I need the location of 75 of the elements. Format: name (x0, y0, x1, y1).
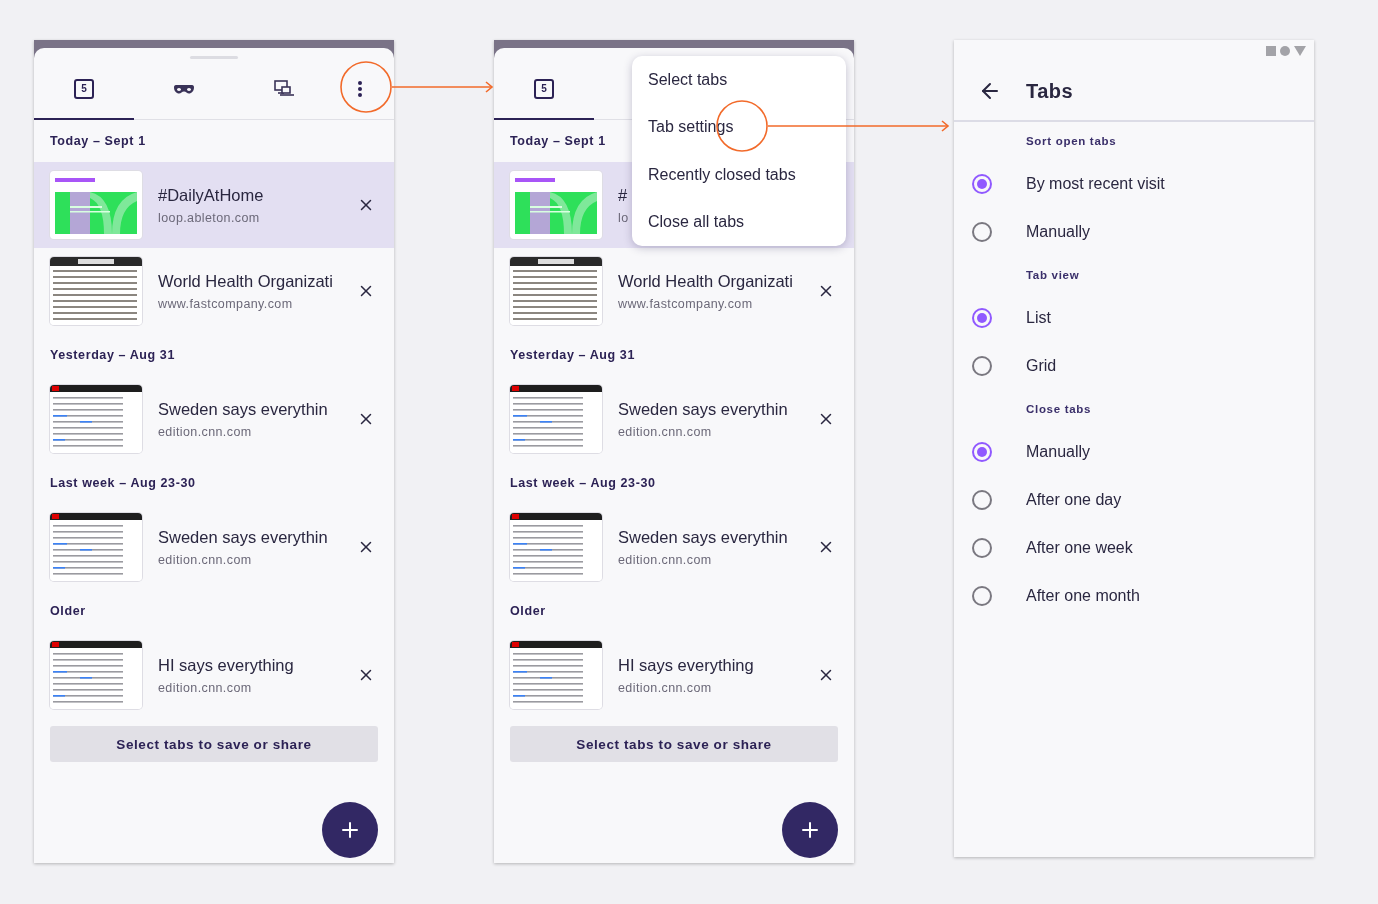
menu-icon (358, 81, 362, 97)
page-title: Tabs (1026, 79, 1074, 103)
tab-url: loop.ableton.com (158, 210, 260, 225)
tab-row[interactable]: Sweden says everythin edition.cnn.com (494, 376, 854, 462)
tab-title: HI says everything (158, 655, 294, 675)
tab-title: World Health Organizati (618, 271, 793, 291)
tab-title: Sweden says everythin (618, 527, 788, 547)
section-heading: Older (510, 603, 546, 620)
highlight-circle (340, 61, 392, 113)
option-label: After one month (1026, 587, 1140, 605)
option-label: After one week (1026, 539, 1133, 557)
tab-url: lo (618, 210, 629, 225)
option-label: Grid (1026, 357, 1057, 375)
circle-icon (1280, 46, 1290, 56)
tab-row[interactable]: HI says everything edition.cnn.com (34, 632, 394, 718)
radio-button[interactable] (972, 586, 992, 606)
option-label: Manually (1026, 223, 1091, 241)
radio-button[interactable] (972, 174, 992, 194)
tab-row[interactable]: Sweden says everythin edition.cnn.com (494, 504, 854, 590)
square-icon (1266, 46, 1276, 56)
section-heading: Today – Sept 1 (50, 133, 146, 150)
group-heading: Close tabs (1025, 402, 1093, 417)
option-label: Manually (1026, 443, 1091, 461)
triangle-icon (1294, 46, 1306, 56)
radio-button[interactable] (972, 222, 992, 242)
section-heading: Older (50, 603, 86, 620)
menu-item[interactable]: Close all tabs (632, 198, 846, 246)
tab-title: # (618, 185, 628, 205)
tab-row[interactable]: World Health Organizati www.fastcompany.com (34, 248, 394, 334)
tab-title: #DailyAtHome (158, 185, 264, 205)
mask-icon (174, 83, 194, 94)
radio-button[interactable] (972, 442, 992, 462)
radio-button[interactable] (972, 538, 992, 558)
new-tab-button[interactable] (322, 802, 378, 858)
tab-url: edition.cnn.com (158, 424, 252, 439)
devices-icon (274, 79, 294, 98)
radio-button[interactable] (972, 308, 992, 328)
tab-title: Sweden says everythin (618, 399, 788, 419)
tab-url: www.fastcompany.com (158, 296, 293, 311)
tab-title: Sweden says everythin (158, 527, 328, 547)
menu-item[interactable]: Recently closed tabs (632, 151, 846, 199)
tab-title: HI says everything (618, 655, 754, 675)
tab-title: World Health Organizati (158, 271, 333, 291)
section-heading: Yesterday – Aug 31 (510, 347, 635, 364)
radio-button[interactable] (972, 356, 992, 376)
tab[interactable]: 5 (494, 59, 594, 120)
radio-button[interactable] (972, 490, 992, 510)
new-tab-button[interactable] (782, 802, 838, 858)
option-label: List (1026, 309, 1051, 327)
tab-url: edition.cnn.com (618, 552, 712, 567)
group-heading: Sort open tabs (1025, 134, 1118, 149)
select-tabs-button[interactable]: Select tabs to save or share (510, 726, 838, 762)
tab-url: edition.cnn.com (618, 424, 712, 439)
tab-url: edition.cnn.com (158, 680, 252, 695)
tab-url: edition.cnn.com (618, 680, 712, 695)
select-tabs-button[interactable]: Select tabs to save or share (50, 726, 378, 762)
tab-row[interactable]: Sweden says everythin edition.cnn.com (34, 376, 394, 462)
tab-title: Sweden says everythin (158, 399, 328, 419)
section-heading: Last week – Aug 23-30 (50, 475, 196, 492)
option-label: After one day (1026, 491, 1122, 509)
tab-count: 5 (74, 78, 94, 99)
menu-item[interactable]: Select tabs (632, 56, 846, 104)
tab-row[interactable]: #DailyAtHome loop.ableton.com (34, 162, 394, 248)
tab-count: 5 (534, 78, 554, 99)
section-heading: Yesterday – Aug 31 (50, 347, 175, 364)
tab-row[interactable]: World Health Organizati www.fastcompany.com (494, 248, 854, 334)
tab-row[interactable]: Sweden says everythin edition.cnn.com (34, 504, 394, 590)
group-heading: Tab view (1025, 268, 1081, 283)
tab-row[interactable]: HI says everything edition.cnn.com (494, 632, 854, 718)
tab-url: edition.cnn.com (158, 552, 252, 567)
tab[interactable]: 5 (34, 59, 134, 120)
option-label: By most recent visit (1026, 175, 1165, 193)
section-heading: Today – Sept 1 (510, 133, 606, 150)
tab-url: www.fastcompany.com (618, 296, 753, 311)
section-heading: Last week – Aug 23-30 (510, 475, 656, 492)
